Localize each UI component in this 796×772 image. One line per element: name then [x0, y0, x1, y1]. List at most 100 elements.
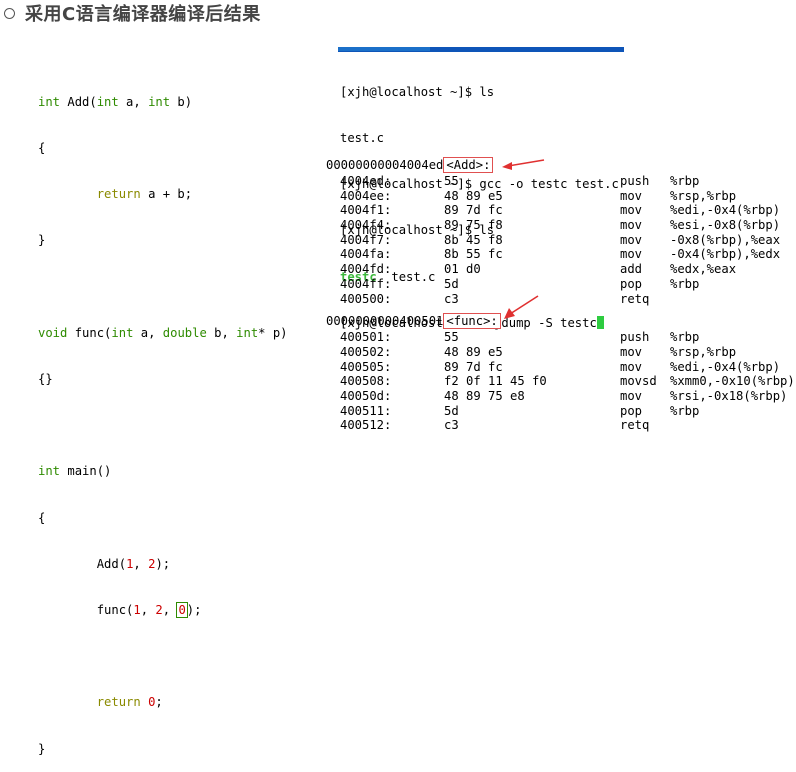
instruction-mnemonic: mov [620, 203, 643, 218]
terminal-cursor[interactable] [596, 315, 604, 329]
terminal-line: [xjh@localhost ~]$ ls [340, 84, 495, 99]
function-symbol: <func>: [443, 313, 501, 330]
instruction-mnemonic: mov [620, 218, 643, 233]
disassembly-listing: 00000000004004ed <Add>: 4004ed: 55 push %rbp 4… [326, 157, 795, 433]
code-line: return 0; [96, 695, 163, 710]
instruction-bytes: 48 89 75 e8 [444, 388, 525, 403]
instruction-mnemonic: pop [620, 276, 643, 291]
instruction-bytes: 01 d0 [444, 262, 481, 277]
instruction-operands: %edi,-0x4(%rbp) [670, 203, 781, 218]
instruction-mnemonic: retq [620, 418, 650, 433]
instruction-mnemonic: push [620, 174, 650, 188]
instruction-bytes: 89 7d fc [444, 359, 503, 374]
instruction-row: 4004f1: 89 7d fc mov %edi,-0x4(%rbp) [326, 203, 780, 218]
instruction-operands: %rsi,-0x18(%rbp) [670, 388, 788, 403]
instruction-address: 400511: [340, 403, 392, 418]
function-header: 0000000000400501 <func>: [326, 313, 501, 330]
code-line: void func(int a, double b, int* p) [38, 325, 288, 340]
instruction-bytes: 8b 55 fc [444, 247, 503, 262]
instruction-operands: -0x4(%rbp),%edx [670, 247, 781, 262]
instruction-operands: %rsp,%rbp [670, 344, 737, 359]
instruction-row: 400502: 48 89 e5 mov %rsp,%rbp [326, 344, 736, 360]
instruction-bytes: 89 7d fc [444, 203, 503, 218]
function-address: 00000000004004ed [326, 158, 444, 172]
instruction-mnemonic: mov [620, 232, 643, 247]
code-line: { [38, 510, 46, 525]
instruction-address: 4004fa: [340, 247, 392, 262]
instruction-row: 4004fd: 01 d0 add %edx,%eax [326, 262, 736, 277]
instruction-row: 4004f4: 89 75 f8 mov %esi,-0x8(%rbp) [326, 218, 780, 233]
instruction-address: 4004f7: [340, 232, 392, 247]
instruction-address: 400508: [340, 374, 392, 389]
instruction-address: 4004f1: [340, 203, 392, 218]
instruction-row: 40050d: 48 89 75 e8 mov %rsi,-0x18(%rbp) [326, 388, 787, 404]
instruction-mnemonic: mov [620, 188, 643, 203]
instruction-bytes: c3 [444, 291, 459, 306]
function-symbol: <Add>: [443, 157, 494, 173]
instruction-row: 4004ff: 5d pop %rbp [326, 276, 699, 292]
function-header: 00000000004004ed <Add>: [326, 157, 501, 174]
instruction-operands: -0x8(%rbp),%eax [670, 232, 781, 247]
instruction-address: 4004f4: [340, 218, 392, 233]
cursor-highlight: 0 [176, 602, 188, 619]
instruction-row: 4004ed: 55 push %rbp [326, 174, 699, 189]
instruction-bytes: 5d [444, 403, 459, 418]
instruction-mnemonic: mov [620, 359, 643, 374]
code-line: } [38, 741, 46, 756]
instruction-bytes: 55 [444, 174, 459, 188]
bullet-circle-icon [4, 7, 15, 19]
code-line: Add(1, 2); [38, 556, 171, 571]
instruction-address: 400501: [340, 330, 392, 345]
instruction-address: 400512: [340, 418, 392, 433]
instruction-bytes: 55 [444, 330, 459, 345]
instruction-row: 400512: c3 retq [326, 418, 649, 433]
instruction-bytes: f2 0f 11 45 f0 [444, 374, 547, 389]
arrow-left-icon [502, 159, 545, 170]
slide-title-row: 采用C语言编译器编译后结果 [4, 2, 261, 25]
instruction-address: 400500: [340, 291, 392, 306]
instruction-mnemonic: retq [620, 291, 650, 306]
instruction-mnemonic: add [620, 262, 643, 277]
instruction-operands: %xmm0,-0x10(%rbp) [670, 374, 795, 389]
instruction-operands: %edx,%eax [670, 262, 737, 277]
instruction-row: 4004f7: 8b 45 f8 mov -0x8(%rbp),%eax [326, 232, 780, 248]
terminal-line: test.c [340, 131, 385, 146]
terminal-title-bar [338, 47, 624, 52]
instruction-operands: %rbp [670, 330, 700, 345]
instruction-row: 400508: f2 0f 11 45 f0 movsd %xmm0,-0x10(%r… [326, 374, 795, 389]
instruction-operands: %esi,-0x8(%rbp) [670, 218, 781, 233]
instruction-bytes: 89 75 f8 [444, 218, 503, 233]
instruction-row: 400500: c3 retq [326, 291, 649, 307]
code-line: { [38, 141, 46, 156]
instruction-bytes: c3 [444, 418, 459, 433]
instruction-operands: %edi,-0x4(%rbp) [670, 359, 781, 374]
instruction-address: 4004ff: [340, 276, 392, 291]
instruction-row: 400511: 5d pop %rbp [326, 403, 699, 419]
instruction-mnemonic: mov [620, 247, 643, 262]
code-line: } [38, 233, 46, 248]
arrow-down-left-icon [504, 295, 539, 319]
instruction-operands: %rbp [670, 174, 700, 188]
instruction-row: 4004ee: 48 89 e5 mov %rsp,%rbp [326, 188, 736, 204]
instruction-bytes: 48 89 e5 [444, 188, 503, 203]
instruction-address: 400505: [340, 359, 392, 374]
instruction-bytes: 48 89 e5 [444, 344, 503, 359]
instruction-mnemonic: push [620, 330, 650, 345]
instruction-operands: %rsp,%rbp [670, 188, 737, 203]
instruction-mnemonic: pop [620, 403, 643, 418]
code-line: return a + b; [96, 187, 193, 202]
instruction-row: 4004fa: 8b 55 fc mov -0x4(%rbp),%edx [326, 247, 780, 262]
instruction-address: 40050d: [340, 388, 392, 403]
instruction-operands: %rbp [670, 403, 700, 418]
code-line: int Add(int a, int b) [38, 94, 193, 109]
instruction-address: 4004ee: [340, 188, 392, 203]
instruction-address: 4004ed: [340, 174, 392, 188]
instruction-row: 400505: 89 7d fc mov %edi,-0x4(%rbp) [326, 359, 780, 375]
source-code-block: int Add(int a, int b) { return a + b; } … [38, 64, 288, 772]
instruction-operands: %rbp [670, 276, 700, 291]
instruction-bytes: 5d [444, 276, 459, 291]
code-line: int main() [38, 464, 112, 479]
